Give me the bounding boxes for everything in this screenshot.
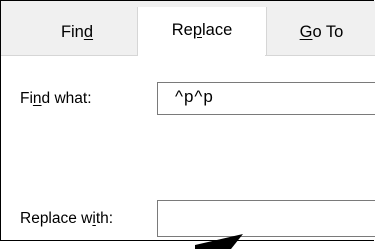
arrow-pointer-icon — [195, 234, 243, 249]
tab-go-to[interactable]: Go To — [267, 9, 375, 56]
tab-replace[interactable]: Replace — [137, 7, 267, 56]
tab-find[interactable]: Find — [17, 9, 137, 56]
tab-strip: Find Replace Go To — [1, 1, 375, 56]
find-what-value: ^p^p — [175, 87, 214, 106]
find-what-input[interactable]: ^p^p — [157, 82, 375, 115]
replace-with-label: Replace with: — [20, 210, 114, 227]
tab-divider-left — [1, 55, 137, 56]
tab-divider-right — [265, 55, 375, 56]
find-what-label: Find what: — [20, 90, 92, 107]
find-replace-dialog: Find Replace Go To Find what: ^p^p Repla… — [0, 0, 375, 241]
